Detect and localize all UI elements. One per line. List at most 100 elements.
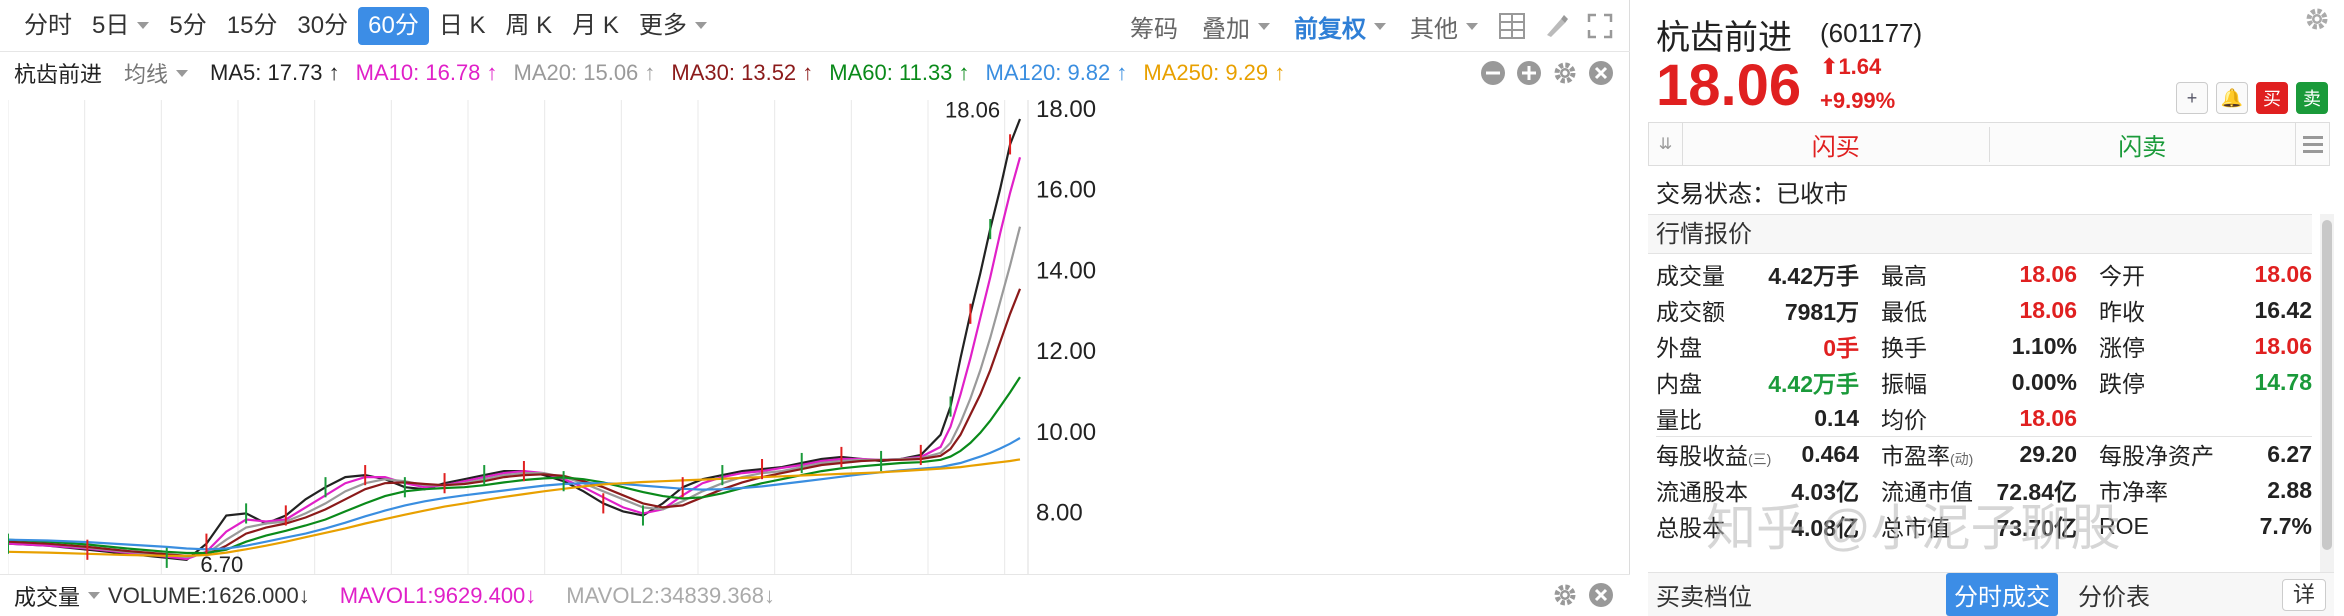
quote-cell: 总股本 4.08亿 — [1656, 509, 1873, 543]
quote-label: 每股收益(三) — [1656, 443, 1772, 469]
overlay-button[interactable]: 叠加 — [1190, 9, 1282, 44]
volume-indicator-select[interactable]: 成交量 — [14, 580, 101, 612]
quote-value: 14.78 — [2254, 368, 2312, 395]
price-axis: 18.00 16.00 14.00 12.00 10.00 8.00 — [1036, 100, 1096, 526]
quote-cell: 流通市值 72.84亿 — [1873, 473, 2091, 507]
quote-value: 7981万 — [1784, 299, 1859, 325]
quote-value: 16.42 — [2254, 296, 2312, 323]
quote-cell: 振幅 0.00% — [1873, 365, 2091, 399]
chevron-down-icon — [1374, 22, 1386, 30]
quote-label: 最高 — [1881, 263, 1927, 289]
quote-value: 72.84亿 — [1996, 479, 2077, 505]
period-day-k[interactable]: 日 K — [429, 7, 496, 45]
quote-row: 每股收益(三) 0.464 市盈率(动) 29.20 每股净资产 6.27 — [1656, 436, 2312, 472]
layout-icon[interactable] — [1497, 11, 1527, 41]
period-5day[interactable]: 5日 — [82, 7, 159, 45]
period-intraday[interactable]: 分时 — [14, 7, 82, 45]
detail-button[interactable]: 详 — [2282, 579, 2326, 611]
tab-price-table[interactable]: 分价表 — [2070, 573, 2158, 616]
quote-cell: 最高 18.06 — [1873, 257, 2091, 291]
y-tick-label: 8.00 — [1036, 499, 1083, 526]
period-week-k[interactable]: 周 K — [496, 7, 563, 45]
chart-stock-name: 杭齿前进 — [14, 62, 103, 87]
quote-value: 2.88 — [2267, 476, 2312, 503]
volume-legend: 成交量 VOLUME:1626.000↓ MAVOL1:9629.400↓ MA… — [0, 574, 1630, 616]
quote-cell: 成交额 7981万 — [1656, 293, 1873, 327]
quote-cell: ROE 7.7% — [2091, 513, 2312, 540]
quote-value: 1.10% — [2011, 332, 2077, 359]
add-watchlist-button[interactable]: + — [2176, 82, 2208, 114]
flash-buy-button[interactable]: 闪买 — [1683, 126, 1990, 162]
adjust-button[interactable]: 前复权 — [1282, 9, 1398, 44]
quote-row: 成交量 4.42万手 最高 18.06 今开 18.06 — [1656, 256, 2312, 292]
stock-code: (601177) — [1820, 18, 1923, 48]
y-tick-label: 12.00 — [1036, 338, 1096, 365]
period-30min[interactable]: 30分 — [287, 7, 358, 45]
tab-tick-trades[interactable]: 分时成交 — [1946, 573, 2058, 616]
arrow-up-icon: ⬆ — [1820, 54, 1839, 79]
volume-label: VOLUME:1626.000↓ — [108, 582, 310, 608]
scrollbar[interactable] — [2320, 214, 2334, 574]
other-button[interactable]: 其他 — [1398, 9, 1490, 44]
quote-row: 流通股本 4.03亿 流通市值 72.84亿 市净率 2.88 — [1656, 472, 2312, 508]
quote-header: 杭齿前进 (601177) 18.06 ⬆1.64 +9.99% + 🔔 买 卖 — [1644, 0, 2334, 120]
zoom-out-icon[interactable] — [1480, 60, 1506, 86]
period-60min[interactable]: 60分 — [358, 6, 429, 45]
y-tick-label: 10.00 — [1036, 419, 1096, 446]
period-5min[interactable]: 5分 — [159, 7, 216, 45]
fullscreen-icon[interactable] — [1585, 11, 1615, 41]
period-month-k[interactable]: 月 K — [562, 7, 629, 45]
quote-value: 0.00% — [2011, 368, 2077, 395]
ma-legend: 杭齿前进 均线 MA5: 17.73 ↑ MA10: 16.78 ↑ MA20:… — [0, 52, 1630, 94]
quote-value: 4.42万手 — [1768, 371, 1859, 397]
quote-value: 18.06 — [2254, 260, 2312, 287]
quote-label: 跌停 — [2099, 371, 2145, 397]
brush-icon[interactable] — [1541, 11, 1571, 41]
quote-row: 总股本 4.08亿 总市值 73.70亿 ROE 7.7% — [1656, 508, 2312, 544]
alert-bell-button[interactable]: 🔔 — [2216, 82, 2248, 114]
chips-button[interactable]: 筹码 — [1118, 9, 1190, 44]
quote-label: 市盈率(动) — [1881, 443, 1974, 469]
sell-button[interactable]: 卖 — [2296, 82, 2328, 114]
volume-controls — [1547, 574, 1619, 616]
gear-icon[interactable] — [1552, 582, 1578, 608]
ma-line-ma60 — [8, 376, 1021, 555]
gear-icon[interactable] — [1552, 60, 1578, 86]
gear-icon[interactable] — [2304, 6, 2330, 32]
ma10-label: MA10: 16.78 ↑ — [355, 60, 498, 85]
quote-actions: + 🔔 买 卖 — [2168, 82, 2328, 114]
zoom-in-icon[interactable] — [1516, 60, 1542, 86]
quote-cell: 昨收 16.42 — [2091, 293, 2312, 327]
quote-label: 内盘 — [1656, 371, 1702, 397]
quote-value: 29.20 — [2019, 440, 2077, 467]
close-icon[interactable] — [1588, 582, 1614, 608]
buy-button[interactable]: 买 — [2256, 82, 2288, 114]
chevron-down-icon — [137, 22, 150, 29]
quote-cell: 最低 18.06 — [1873, 293, 2091, 327]
quote-label: 外盘 — [1656, 335, 1702, 361]
chart-tools: 筹码 叠加 前复权 其他 — [1118, 0, 1622, 52]
flash-sell-button[interactable]: 闪卖 — [1990, 127, 2296, 162]
quote-value: 73.70亿 — [1996, 515, 2077, 541]
period-15min[interactable]: 15分 — [217, 7, 288, 45]
close-icon[interactable] — [1588, 60, 1614, 86]
kline-chart[interactable]: 18.0016.0014.0012.0010.008.00 18.066.70 — [8, 100, 1630, 580]
last-price: 18.06 — [1656, 53, 1802, 118]
indicator-mode-select[interactable]: 均线 — [124, 57, 189, 89]
period-more[interactable]: 更多 — [629, 7, 717, 45]
double-chevron-down-icon: ⇊ — [1658, 136, 1673, 153]
mavol2-label: MAVOL2:34839.368↓ — [566, 582, 776, 608]
quote-value: 0.14 — [1814, 404, 1859, 431]
menu-icon[interactable] — [2295, 123, 2329, 165]
quote-cell: 市净率 2.88 — [2091, 473, 2312, 507]
quote-label: 总股本 — [1656, 515, 1725, 541]
collapse-handle[interactable]: ⇊ — [1649, 123, 1683, 165]
quote-value: 6.27 — [2267, 440, 2312, 467]
ma-line-ma20 — [8, 226, 1022, 559]
ma-line-ma10 — [8, 157, 1022, 561]
quote-cell: 涨停 18.06 — [2091, 329, 2312, 363]
scrollbar-thumb[interactable] — [2322, 220, 2332, 550]
quote-cell: 每股净资产 6.27 — [2091, 437, 2312, 471]
chevron-down-icon — [694, 22, 707, 29]
ma5-label: MA5: 17.73 ↑ — [210, 60, 340, 85]
